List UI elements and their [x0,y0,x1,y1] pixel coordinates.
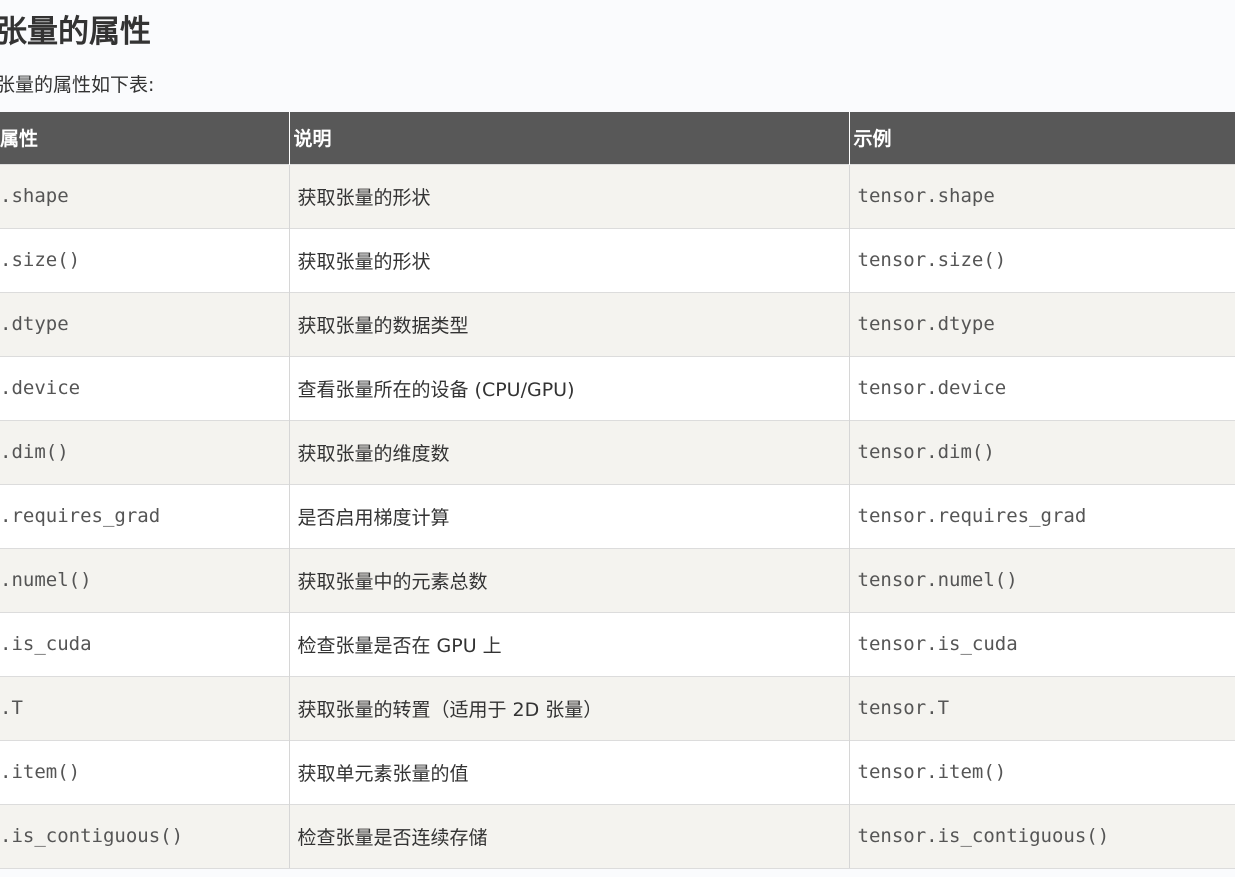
table-row: .size() 获取张量的形状 tensor.size() [0,227,1235,292]
attribute-cell: .dtype [0,291,289,356]
table-row: .is_cuda 检查张量是否在 GPU 上 tensor.is_cuda [0,611,1235,676]
example-cell: tensor.T [848,675,1235,740]
table-row: .numel() 获取张量中的元素总数 tensor.numel() [0,547,1235,612]
table-row: .is_contiguous() 检查张量是否连续存储 tensor.is_co… [0,803,1235,869]
table-row: .device 查看张量所在的设备 (CPU/GPU) tensor.devic… [0,355,1235,420]
table-row: .item() 获取单元素张量的值 tensor.item() [0,739,1235,804]
description-cell: 获取张量的维度数 [288,419,849,484]
description-cell: 检查张量是否在 GPU 上 [288,611,849,676]
attribute-cell: .item() [0,739,289,804]
attribute-cell: .T [0,675,289,740]
example-cell: tensor.is_contiguous() [848,803,1235,869]
attribute-cell: .shape [0,163,289,228]
section-heading: 张量的属性 [0,14,151,50]
description-cell: 获取张量的数据类型 [288,291,849,356]
table-row: .dim() 获取张量的维度数 tensor.dim() [0,419,1235,484]
description-cell: 检查张量是否连续存储 [288,803,849,869]
example-cell: tensor.dim() [848,419,1235,484]
attribute-cell: .device [0,355,289,420]
description-cell: 是否启用梯度计算 [288,483,849,548]
attribute-cell: .is_cuda [0,611,289,676]
table-header-row: 属性 说明 示例 [0,112,1235,164]
description-cell: 获取单元素张量的值 [288,739,849,804]
example-cell: tensor.item() [848,739,1235,804]
description-cell: 获取张量的形状 [288,227,849,292]
description-cell: 获取张量的转置（适用于 2D 张量） [288,675,849,740]
attribute-cell: .numel() [0,547,289,612]
example-cell: tensor.is_cuda [848,611,1235,676]
column-header-description: 说明 [288,112,849,164]
table-row: .dtype 获取张量的数据类型 tensor.dtype [0,291,1235,356]
column-header-example: 示例 [848,112,1235,164]
example-cell: tensor.device [848,355,1235,420]
tensor-attributes-table: 属性 说明 示例 .shape 获取张量的形状 tensor.shape .si… [0,112,1235,869]
table-row: .requires_grad 是否启用梯度计算 tensor.requires_… [0,483,1235,548]
intro-text: 张量的属性如下表: [0,74,155,96]
attribute-cell: .is_contiguous() [0,803,289,869]
description-cell: 获取张量的形状 [288,163,849,228]
example-cell: tensor.numel() [848,547,1235,612]
example-cell: tensor.dtype [848,291,1235,356]
example-cell: tensor.size() [848,227,1235,292]
attribute-cell: .requires_grad [0,483,289,548]
attribute-cell: .size() [0,227,289,292]
example-cell: tensor.requires_grad [848,483,1235,548]
description-cell: 查看张量所在的设备 (CPU/GPU) [288,355,849,420]
page: 张量的属性 张量的属性如下表: 属性 说明 示例 .shape 获取张量的形状 … [0,0,1235,877]
table-row: .shape 获取张量的形状 tensor.shape [0,163,1235,228]
description-cell: 获取张量中的元素总数 [288,547,849,612]
table-row: .T 获取张量的转置（适用于 2D 张量） tensor.T [0,675,1235,740]
column-header-attribute: 属性 [0,112,289,164]
attribute-cell: .dim() [0,419,289,484]
example-cell: tensor.shape [848,163,1235,228]
